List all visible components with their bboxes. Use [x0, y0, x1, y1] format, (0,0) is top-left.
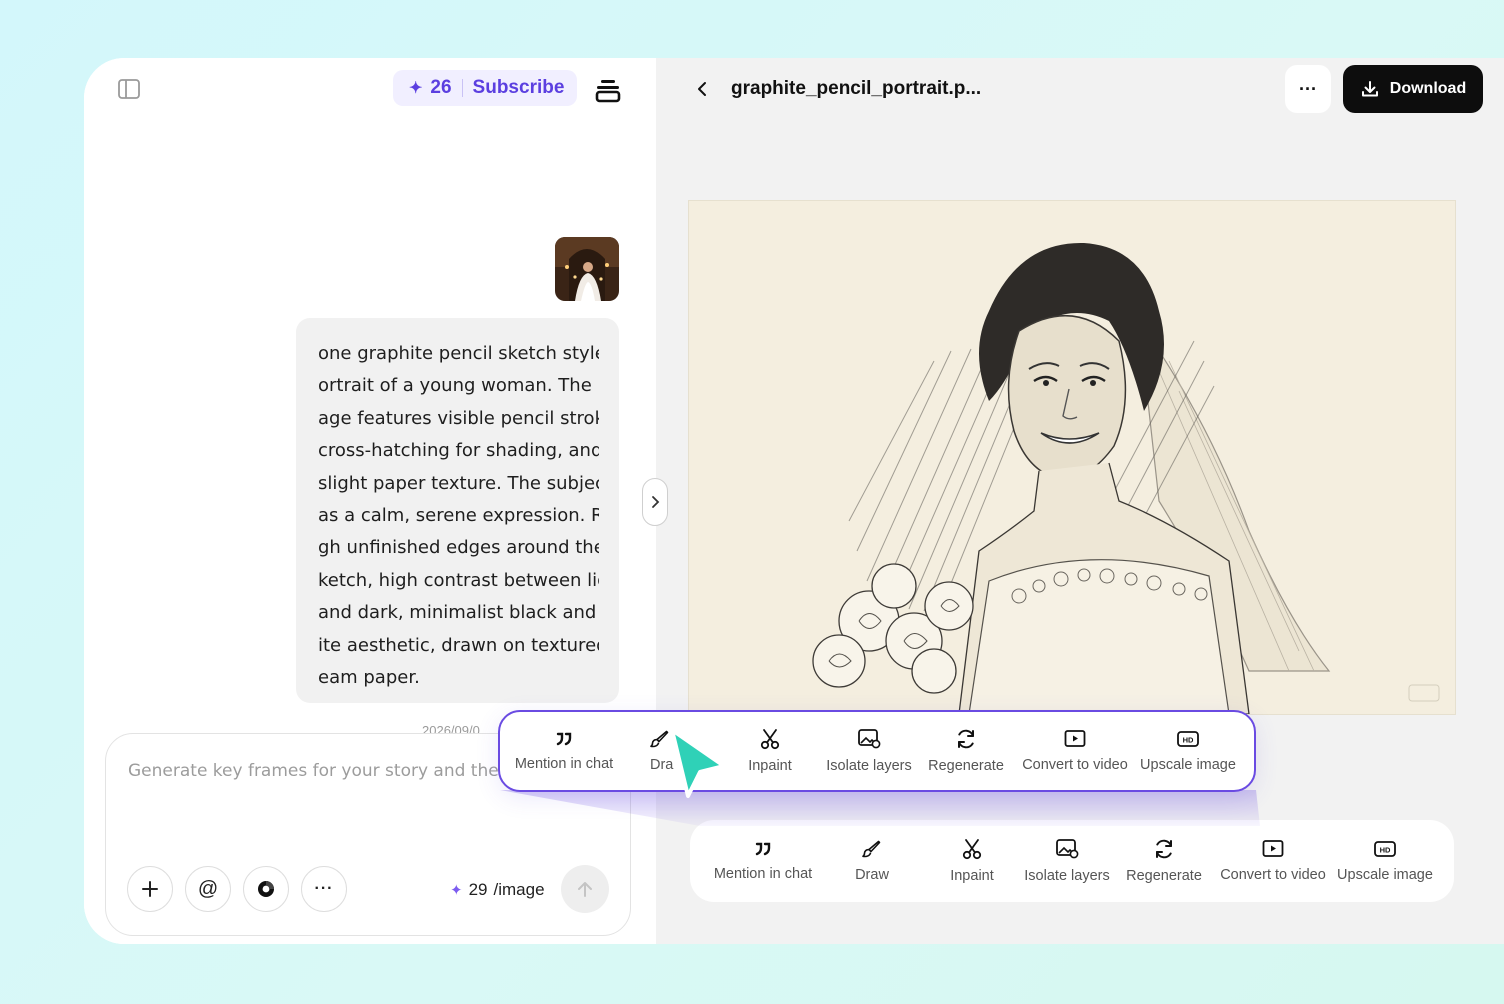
cost-unit: /image [493, 880, 545, 899]
file-title: graphite_pencil_portrait.p... [731, 78, 982, 99]
prompt-line: cross-hatching for shading, and a [318, 440, 599, 462]
isolate-layers-button[interactable]: Isolate layers [1018, 838, 1116, 884]
sparkle-icon: ✦ [450, 882, 463, 899]
prompt-line: slight paper texture. The subject h [318, 472, 599, 494]
plus-icon [142, 881, 158, 897]
chevron-left-icon [698, 82, 706, 96]
tool-label: Upscale image [1337, 867, 1433, 883]
credits-count: 26 [430, 77, 452, 98]
tool-label: Mention in chat [514, 756, 614, 772]
upscale-image-button[interactable]: HD Upscale image [1334, 839, 1436, 883]
video-play-icon [1262, 840, 1284, 857]
generated-portrait-image[interactable] [688, 200, 1456, 715]
hd-icon: HD [1374, 841, 1396, 857]
floating-tools-toolbar: Mention in chat Dra Inpaint Isolate laye… [498, 710, 1256, 792]
tool-label: Inpaint [748, 758, 792, 774]
chevron-right-icon [652, 496, 660, 508]
convert-to-video-button[interactable]: Convert to video [1018, 729, 1132, 773]
subscribe-link[interactable]: Subscribe [473, 77, 565, 99]
tool-label: Draw [855, 867, 889, 883]
refresh-icon [958, 729, 974, 749]
arrow-up-icon [578, 882, 592, 897]
back-button[interactable] [692, 78, 712, 100]
model-logo-icon [258, 881, 274, 897]
refresh-icon [1156, 839, 1172, 859]
more-menu-button[interactable]: ··· [1285, 65, 1331, 113]
send-button[interactable] [561, 865, 609, 913]
tool-label: Regenerate [928, 758, 1004, 774]
attached-image-thumbnail[interactable] [555, 237, 619, 301]
ellipsis-icon: ··· [1299, 78, 1317, 99]
download-label: Download [1389, 80, 1467, 97]
video-play-icon [1064, 730, 1086, 747]
quote-icon [556, 732, 572, 746]
mention-in-chat-button[interactable]: Mention in chat [508, 730, 620, 772]
pointer-cursor-icon [670, 728, 726, 798]
prompt-line: eam paper. [318, 666, 420, 688]
hd-icon: HD [1177, 731, 1199, 747]
prompt-line: ortrait of a young woman. The im [318, 375, 599, 397]
prompt-line: and dark, minimalist black and wh [318, 602, 599, 624]
download-icon [1361, 81, 1378, 97]
mention-button[interactable]: @ [185, 866, 231, 912]
svg-text:HD: HD [1380, 846, 1391, 855]
tool-label: Isolate layers [1024, 868, 1110, 884]
add-button[interactable] [127, 866, 173, 912]
tool-label: Upscale image [1140, 757, 1236, 773]
tool-label: Convert to video [1220, 867, 1326, 883]
inpaint-button[interactable]: Inpaint [734, 728, 806, 774]
tool-label: Regenerate [1126, 868, 1202, 884]
tool-label: Mention in chat [713, 866, 813, 882]
at-sign-icon: @ [197, 877, 219, 900]
cost-per-image: ✦ 29 /image [450, 880, 545, 900]
image-tools-toolbar: Mention in chat Draw Inpaint Isolate lay… [690, 820, 1454, 902]
inpaint-button[interactable]: Inpaint [936, 838, 1008, 884]
sidebar-toggle-icon[interactable] [118, 79, 140, 99]
more-options-button[interactable]: ··· [301, 866, 347, 912]
panel-collapse-handle[interactable] [642, 478, 668, 526]
isolate-layers-button[interactable]: Isolate layers [820, 728, 918, 774]
app-window: ✦ 26 Subscribe one graphite pencil sketc… [84, 58, 1504, 944]
mention-in-chat-button[interactable]: Mention in chat [708, 840, 818, 882]
scissors-icon [962, 839, 982, 860]
regenerate-button[interactable]: Regenerate [924, 728, 1008, 774]
prompt-line: as a calm, serene expression. Rou [318, 504, 599, 526]
brush-icon [862, 840, 881, 858]
image-viewer-panel: graphite_pencil_portrait.p... ··· Downlo… [656, 58, 1504, 944]
prompt-line: gh unfinished edges around the s [318, 537, 599, 559]
scissors-icon [760, 729, 780, 750]
tool-label: Inpaint [950, 868, 994, 884]
prompt-line: age features visible pencil strokes, [318, 407, 599, 429]
image-layers-icon [1056, 839, 1079, 859]
tool-label: Convert to video [1022, 757, 1128, 773]
sparkle-icon: ✦ [409, 80, 423, 97]
draw-button[interactable]: Draw [840, 839, 904, 883]
user-prompt-bubble: one graphite pencil sketch style p ortra… [296, 318, 619, 703]
regenerate-button[interactable]: Regenerate [1122, 838, 1206, 884]
image-layers-icon [858, 729, 881, 749]
prompt-input[interactable] [126, 760, 510, 782]
prompt-line: one graphite pencil sketch style p [318, 343, 599, 364]
svg-text:HD: HD [1183, 736, 1194, 745]
convert-to-video-button[interactable]: Convert to video [1216, 839, 1330, 883]
tool-label: Isolate layers [826, 758, 912, 774]
divider [461, 79, 463, 97]
prompt-line: ketch, high contrast between light [318, 569, 599, 591]
credits-subscribe-pill[interactable]: ✦ 26 Subscribe [393, 70, 577, 106]
quote-icon [755, 842, 771, 856]
stack-menu-icon[interactable] [595, 77, 621, 103]
upscale-image-button[interactable]: HD Upscale image [1136, 729, 1240, 773]
download-button[interactable]: Download [1343, 65, 1483, 113]
model-select-button[interactable] [243, 866, 289, 912]
cost-value: 29 [468, 880, 488, 899]
ellipsis-icon: ··· [314, 880, 334, 897]
chat-panel: ✦ 26 Subscribe one graphite pencil sketc… [84, 58, 656, 944]
prompt-line: ite aesthetic, drawn on textured cr [318, 634, 599, 656]
